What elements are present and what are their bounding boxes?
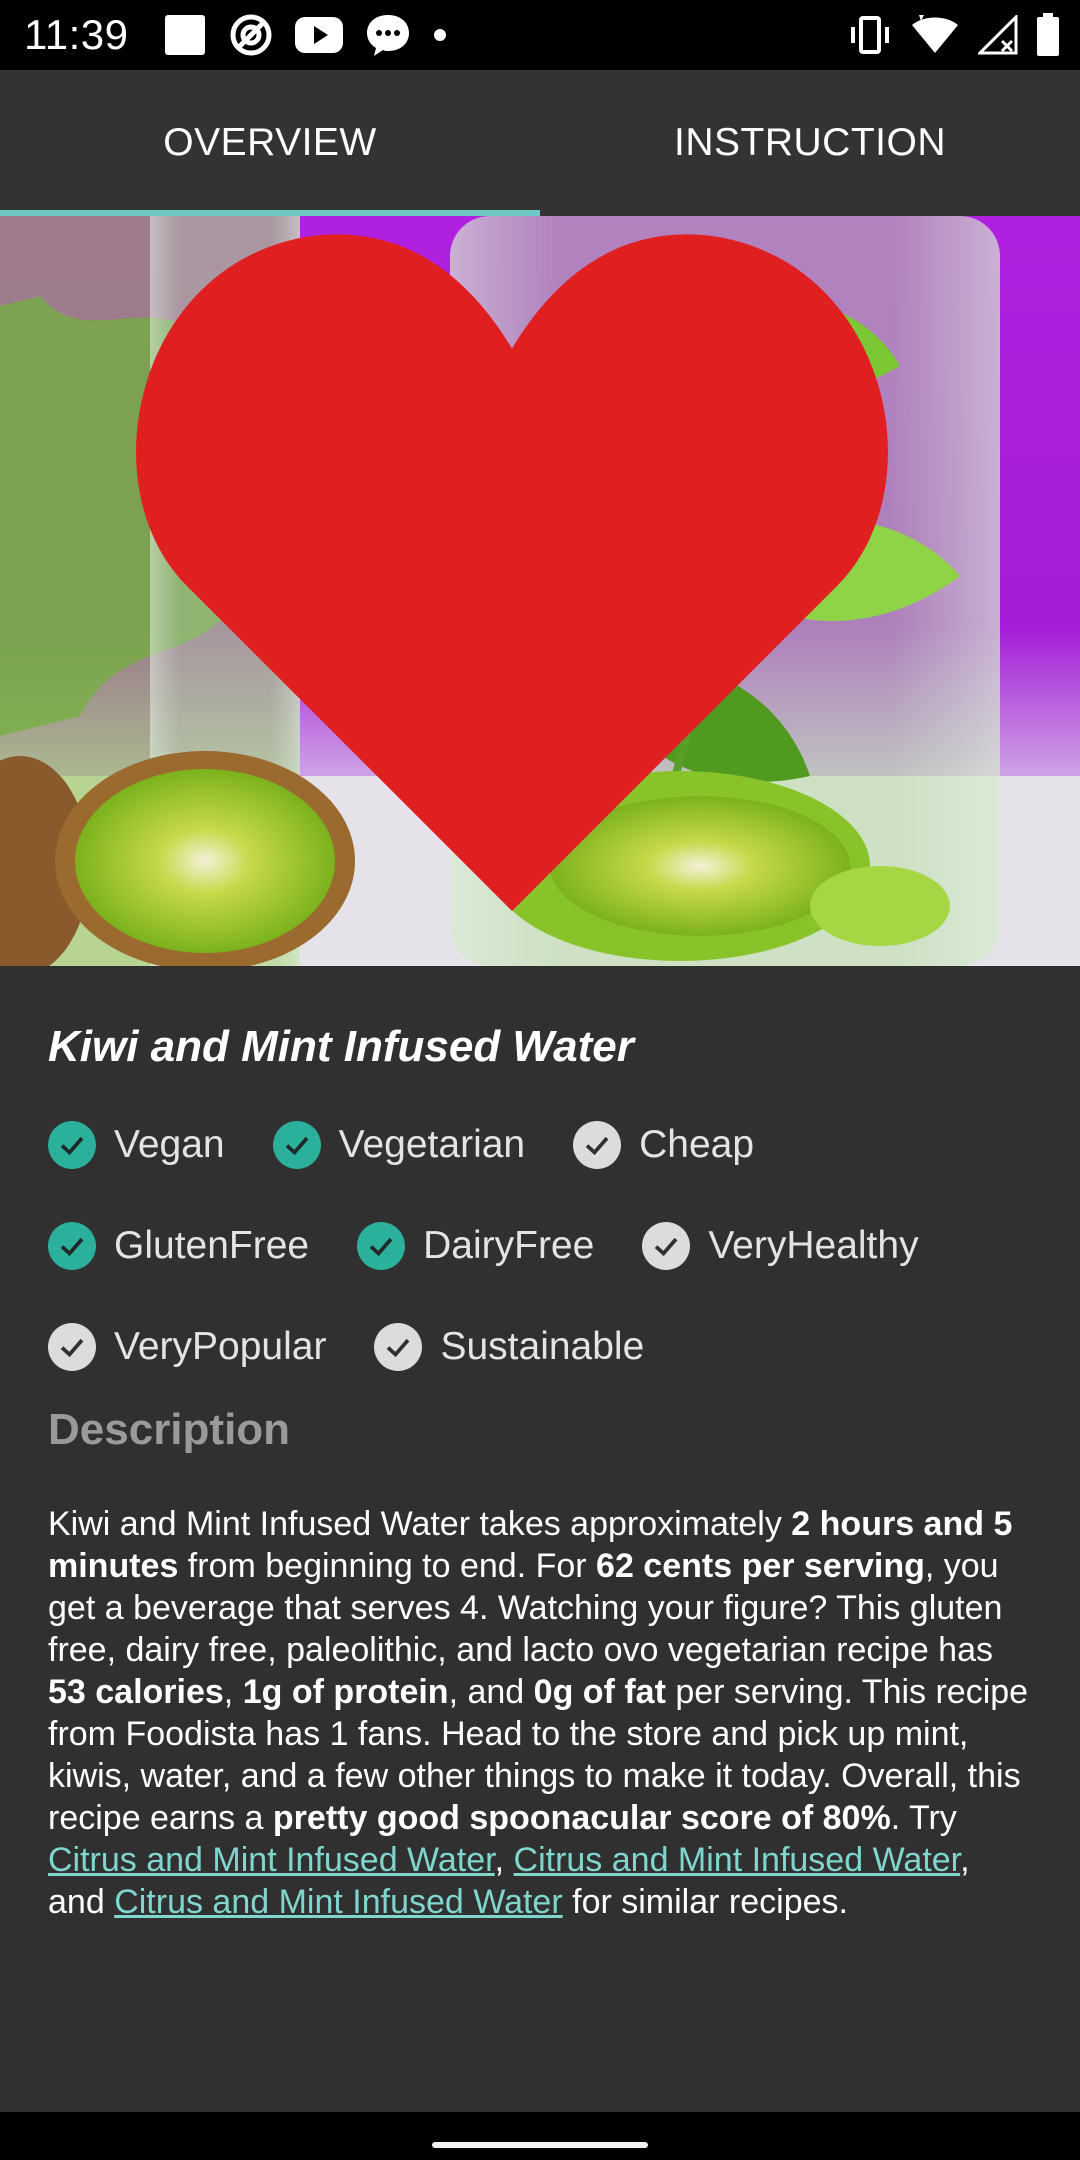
check-icon (272, 1120, 321, 1169)
tag-label: Sustainable (440, 1324, 645, 1368)
tag-very-healthy: VeryHealthy (642, 1195, 919, 1296)
tag-very-popular: VeryPopular (48, 1296, 326, 1397)
tag-label: Cheap (639, 1122, 755, 1166)
tab-instruction[interactable]: INSTRUCTION (540, 70, 1080, 216)
tag-cheap: Cheap (573, 1094, 754, 1195)
tag-label: VeryHealthy (708, 1223, 919, 1267)
check-icon (357, 1221, 406, 1270)
recipe-image (0, 216, 1080, 966)
youtube-icon (294, 17, 343, 53)
diet-tags: Vegan Vegetarian Cheap GlutenFree DairyF… (48, 1094, 1028, 1397)
home-gesture-handle[interactable] (432, 2142, 648, 2148)
check-icon (48, 1322, 96, 1371)
tag-label: DairyFree (423, 1223, 595, 1267)
status-time: 11:39 (24, 11, 129, 58)
vpn-icon (229, 13, 273, 57)
tag-vegan: Vegan (48, 1094, 225, 1195)
similar-recipe-link-3[interactable]: Citrus and Mint Infused Water (114, 1883, 562, 1921)
check-icon (642, 1221, 691, 1270)
recipe-overview: Kiwi and Mint Infused Water Vegan Vegeta… (0, 966, 1080, 2112)
tag-label: VeryPopular (114, 1324, 327, 1368)
tag-label: GlutenFree (114, 1223, 310, 1267)
check-icon (48, 1120, 96, 1169)
tag-vegetarian: Vegetarian (272, 1094, 526, 1195)
vibrate-icon (848, 15, 892, 55)
tab-overview[interactable]: OVERVIEW (0, 70, 540, 216)
check-icon (48, 1221, 96, 1270)
check-icon (573, 1120, 622, 1169)
navigation-bar (0, 2112, 1080, 2160)
tab-bar: OVERVIEW INSTRUCTION (0, 70, 1080, 216)
signal-icon (978, 15, 1018, 55)
gallery-icon (163, 13, 207, 57)
description-text: Kiwi and Mint Infused Water takes approx… (48, 1505, 1029, 1921)
wifi-icon (910, 15, 960, 55)
check-icon (374, 1322, 423, 1371)
similar-recipe-link-2[interactable]: Citrus and Mint Infused Water (514, 1841, 961, 1879)
tag-label: Vegetarian (338, 1122, 526, 1166)
chat-bubble-icon (365, 13, 411, 57)
tag-dairy-free: DairyFree (357, 1195, 594, 1296)
description-heading: Description (48, 1405, 291, 1454)
battery-icon (1036, 13, 1060, 57)
status-bar: 11:39 (0, 0, 1080, 70)
dot-icon (433, 28, 447, 42)
favorite-heart-icon[interactable] (0, 216, 1052, 936)
tag-gluten-free: GlutenFree (48, 1195, 309, 1296)
tag-label: Vegan (114, 1122, 225, 1166)
recipe-title: Kiwi and Mint Infused Water (48, 1022, 634, 1071)
similar-recipe-link-1[interactable]: Citrus and Mint Infused Water (48, 1841, 495, 1879)
tag-sustainable: Sustainable (374, 1296, 644, 1397)
